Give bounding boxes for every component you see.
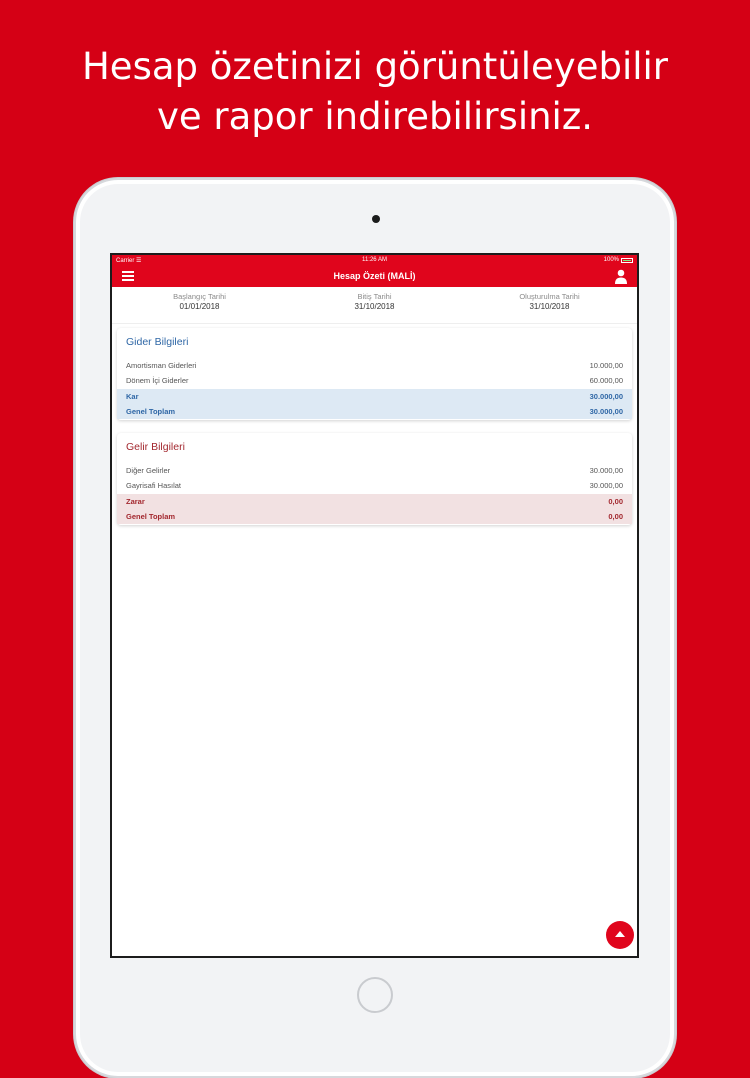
end-date: Bitiş Tarihi 31/10/2018 xyxy=(287,287,462,323)
app-screen: Carrier ☰ 11:26 AM 100% Hesap Özeti (MAL… xyxy=(110,253,639,958)
expense-totals: Kar 30.000,00 Genel Toplam 30.000,00 xyxy=(117,389,632,420)
nav-bar: Hesap Özeti (MALİ) xyxy=(112,266,637,287)
profit-row: Kar 30.000,00 xyxy=(117,389,632,404)
row-value: 0,00 xyxy=(608,497,623,506)
page-title: Hesap Özeti (MALİ) xyxy=(333,271,416,281)
grand-total-row: Genel Toplam 0,00 xyxy=(117,509,632,524)
row-value: 30.000,00 xyxy=(589,481,623,490)
battery-icon xyxy=(621,257,633,263)
list-item: Dönem İçi Giderler 60.000,00 xyxy=(117,373,632,388)
battery-indicator: 100% xyxy=(604,257,633,263)
list-item: Diğer Gelirler 30.000,00 xyxy=(117,463,632,478)
row-label: Zarar xyxy=(126,497,145,506)
income-title: Gelir Bilgileri xyxy=(126,441,185,453)
list-item: Amortisman Giderleri 10.000,00 xyxy=(117,358,632,373)
date-range-header: Başlangıç Tarihi 01/01/2018 Bitiş Tarihi… xyxy=(112,287,637,324)
row-value: 10.000,00 xyxy=(589,361,623,370)
status-time: 11:26 AM xyxy=(362,257,387,263)
grand-total-row: Genel Toplam 30.000,00 xyxy=(117,404,632,419)
created-date-label: Oluşturulma Tarihi xyxy=(519,292,580,301)
row-label: Genel Toplam xyxy=(126,407,176,416)
income-totals: Zarar 0,00 Genel Toplam 0,00 xyxy=(117,494,632,525)
scroll-up-icon xyxy=(615,931,625,937)
list-item: Gayrisafi Hasılat 30.000,00 xyxy=(117,478,632,493)
status-bar: Carrier ☰ 11:26 AM 100% xyxy=(112,255,637,266)
promo-line-1: Hesap özetinizi görüntüleyebilir xyxy=(81,45,669,88)
created-date: Oluşturulma Tarihi 31/10/2018 xyxy=(462,287,637,323)
row-label: Kar xyxy=(126,392,139,401)
row-value: 60.000,00 xyxy=(589,376,623,385)
start-date-label: Başlangıç Tarihi xyxy=(173,292,226,301)
created-date-value: 31/10/2018 xyxy=(529,302,570,311)
start-date-value: 01/01/2018 xyxy=(179,302,220,311)
row-value: 30.000,00 xyxy=(589,392,623,401)
expense-card: Gider Bilgileri Amortisman Giderleri 10.… xyxy=(117,328,632,420)
camera-icon xyxy=(372,215,380,223)
end-date-label: Bitiş Tarihi xyxy=(357,292,392,301)
row-label: Diğer Gelirler xyxy=(126,466,171,475)
start-date: Başlangıç Tarihi 01/01/2018 xyxy=(112,287,287,323)
row-value: 30.000,00 xyxy=(589,407,623,416)
income-card: Gelir Bilgileri Diğer Gelirler 30.000,00… xyxy=(117,433,632,525)
end-date-value: 31/10/2018 xyxy=(354,302,395,311)
row-label: Dönem İçi Giderler xyxy=(126,376,189,385)
home-button[interactable] xyxy=(357,977,393,1013)
user-icon[interactable] xyxy=(614,269,628,284)
row-value: 30.000,00 xyxy=(589,466,623,475)
loss-row: Zarar 0,00 xyxy=(117,494,632,509)
row-label: Gayrisafi Hasılat xyxy=(126,481,182,490)
promo-line-2: ve rapor indirebilirsiniz. xyxy=(156,95,594,138)
row-label: Genel Toplam xyxy=(126,512,176,521)
row-value: 0,00 xyxy=(608,512,623,521)
promo-headline: Hesap özetinizi görüntüleyebilir ve rapo… xyxy=(0,42,750,142)
battery-percent: 100% xyxy=(603,257,619,263)
expense-title: Gider Bilgileri xyxy=(126,336,189,348)
row-label: Amortisman Giderleri xyxy=(126,361,197,370)
scroll-up-button[interactable] xyxy=(606,921,634,949)
